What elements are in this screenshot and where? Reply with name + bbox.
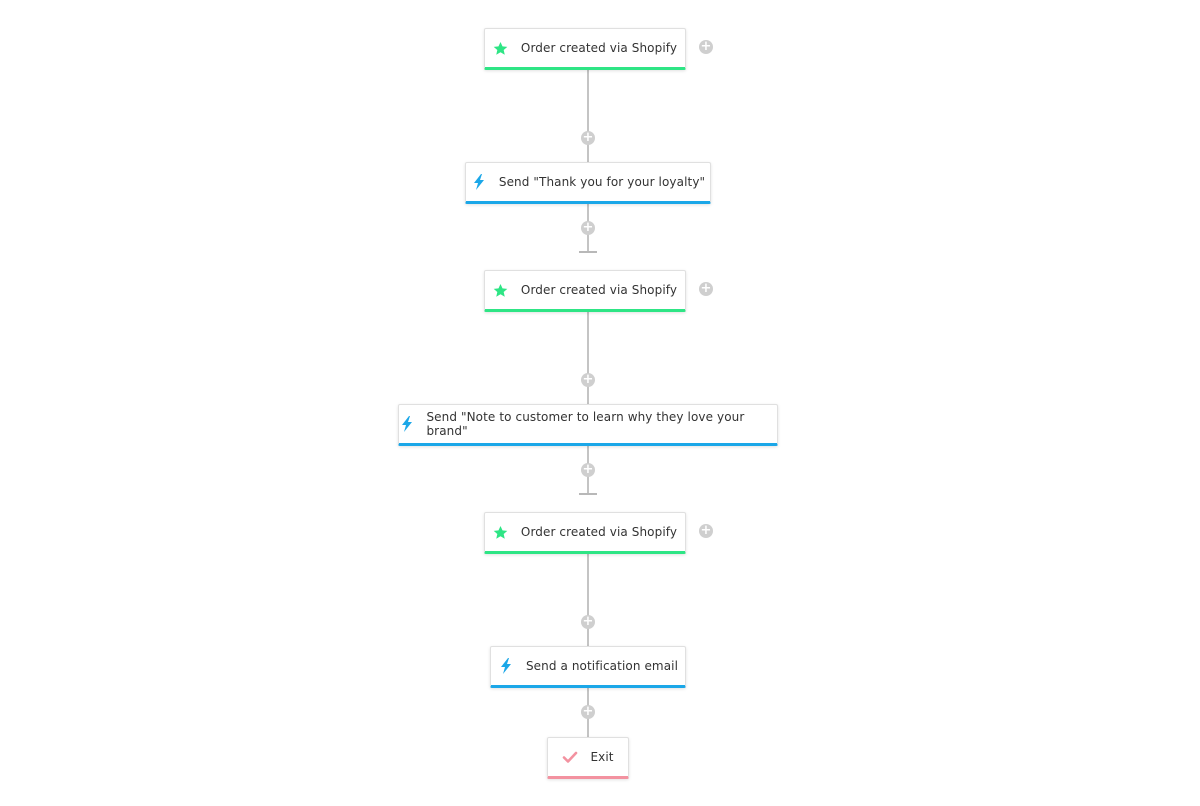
add-step-button[interactable]: + (581, 131, 595, 145)
node-label: Send "Thank you for your loyalty" (498, 175, 706, 189)
add-step-button[interactable]: + (581, 615, 595, 629)
trigger-node[interactable]: Order created via Shopify (484, 270, 686, 312)
add-step-button[interactable]: + (581, 373, 595, 387)
star-icon (493, 40, 509, 56)
action-node[interactable]: Send a notification email (490, 646, 686, 688)
trigger-node[interactable]: Order created via Shopify (484, 28, 686, 70)
node-label: Order created via Shopify (520, 283, 678, 297)
node-label: Exit (590, 750, 614, 764)
node-label: Send a notification email (525, 659, 679, 673)
add-branch-button[interactable]: + (699, 40, 713, 54)
branch-end-bar (579, 493, 597, 495)
action-node[interactable]: Send "Note to customer to learn why they… (398, 404, 778, 446)
exit-node[interactable]: Exit (547, 737, 629, 779)
node-label: Order created via Shopify (520, 525, 678, 539)
add-branch-button[interactable]: + (699, 282, 713, 296)
star-icon (493, 282, 509, 298)
lightning-icon (399, 416, 414, 432)
workflow-canvas: + + + + + + + + + Order created via Shop… (0, 0, 1200, 806)
add-step-button[interactable]: + (581, 463, 595, 477)
add-step-button[interactable]: + (581, 705, 595, 719)
node-label: Order created via Shopify (520, 41, 678, 55)
action-node[interactable]: Send "Thank you for your loyalty" (465, 162, 711, 204)
connector-line (587, 70, 589, 162)
check-icon (562, 749, 578, 765)
lightning-icon (471, 174, 487, 190)
add-branch-button[interactable]: + (699, 524, 713, 538)
add-step-button[interactable]: + (581, 221, 595, 235)
branch-end-bar (579, 251, 597, 253)
trigger-node[interactable]: Order created via Shopify (484, 512, 686, 554)
connector-line (587, 554, 589, 646)
connector-line (587, 312, 589, 404)
lightning-icon (498, 658, 514, 674)
star-icon (493, 524, 509, 540)
node-label: Send "Note to customer to learn why they… (426, 410, 745, 438)
